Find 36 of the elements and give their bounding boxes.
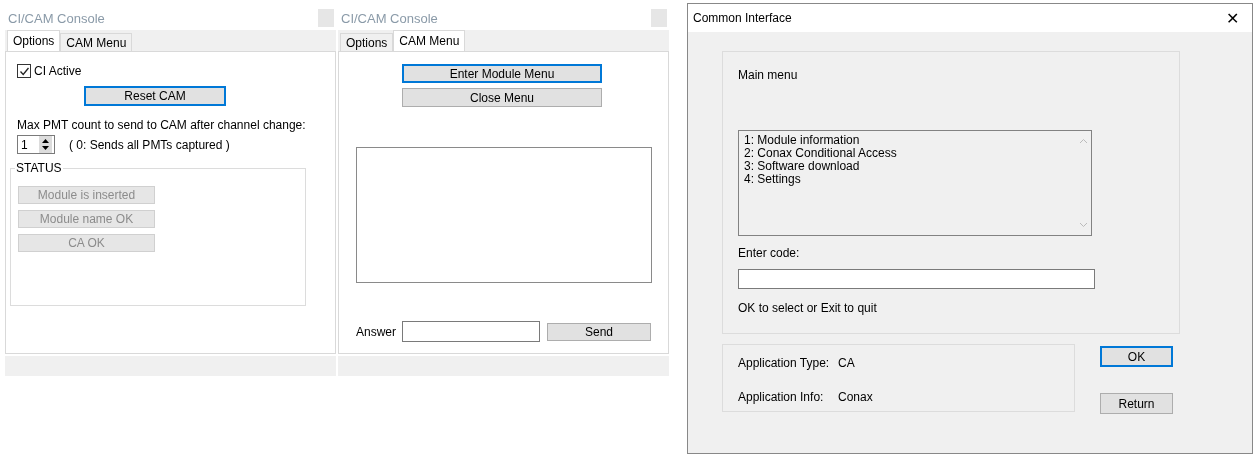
tab[interactable]: CAM Menu: [393, 30, 466, 51]
menu-list[interactable]: 1: Module information 2: Conax Conditional Access 3: Software download 4: Settings: [738, 130, 1092, 236]
pmt-count-spinner[interactable]: 1: [17, 135, 55, 154]
info-label: Application Type:: [738, 356, 831, 370]
tab[interactable]: Options: [340, 33, 394, 51]
tab[interactable]: Options: [7, 30, 61, 51]
window-title: CI/CAM Console: [8, 10, 105, 26]
spinner-arrows-icon[interactable]: [39, 136, 52, 153]
code-field[interactable]: [738, 269, 1095, 289]
answer-field[interactable]: [402, 321, 540, 342]
menu-text-area[interactable]: [356, 147, 652, 283]
info-value: CA: [838, 356, 855, 370]
code-label: Enter code:: [738, 246, 801, 260]
ok-button[interactable]: OK: [1100, 346, 1173, 367]
menu-item[interactable]: 4: Settings: [744, 173, 1070, 186]
window-title: CI/CAM Console: [341, 10, 438, 26]
checkbox[interactable]: [17, 64, 31, 78]
info-label: Application Info:: [738, 390, 825, 404]
enter-module-menu-button[interactable]: Enter Module Menu: [402, 64, 602, 83]
pmt-count-label: Max PMT count to send to CAM after channel change:: [17, 118, 307, 132]
reset-cam-button[interactable]: Reset CAM: [84, 86, 226, 106]
group-title: STATUS: [15, 161, 63, 175]
answer-label: Answer: [356, 324, 397, 339]
checkbox-label: CI Active: [34, 64, 82, 78]
menu-title: Main menu: [738, 68, 799, 84]
menu-item[interactable]: 2: Conax Conditional Access: [744, 147, 1070, 160]
info-value: Conax: [838, 390, 873, 404]
send-button[interactable]: Send: [547, 322, 651, 341]
tab[interactable]: CAM Menu: [60, 33, 133, 51]
menu-item[interactable]: 1: Module information: [744, 134, 1070, 147]
menu-item[interactable]: 3: Software download: [744, 160, 1070, 173]
pmt-hint: ( 0: Sends all PMTs captured ): [69, 137, 230, 152]
window-title: Common Interface: [693, 11, 792, 25]
hint-text: OK to select or Exit to quit: [738, 301, 878, 315]
return-button[interactable]: Return: [1100, 393, 1173, 414]
close-menu-button[interactable]: Close Menu: [402, 88, 602, 107]
